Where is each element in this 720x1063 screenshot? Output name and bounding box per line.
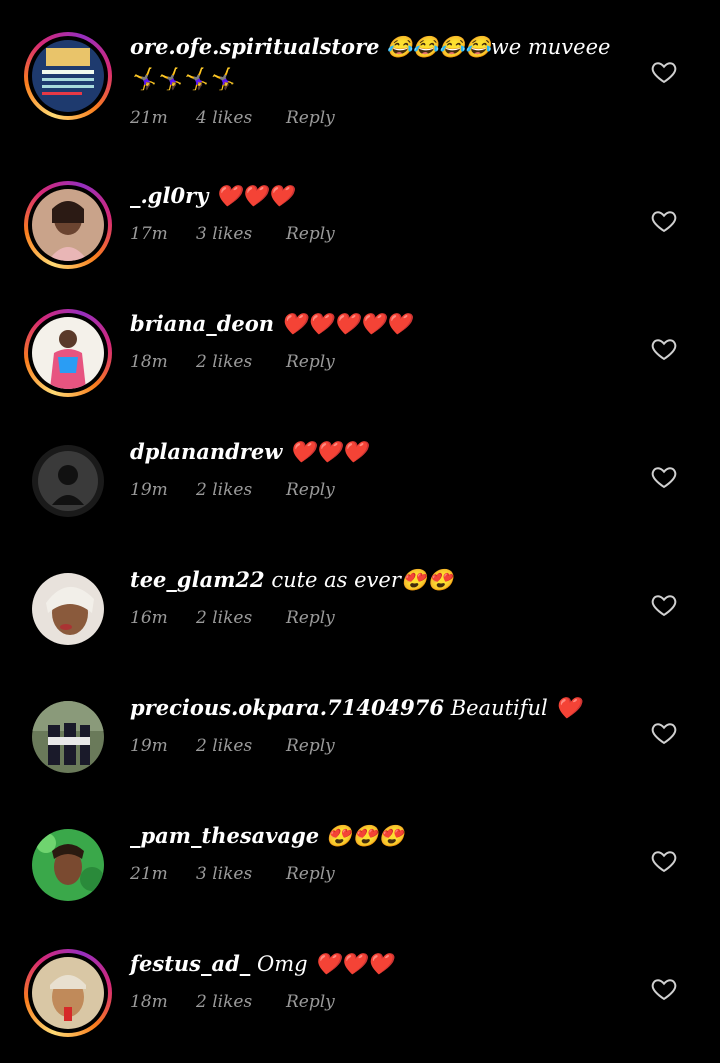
avatar-wrap[interactable] <box>24 437 112 525</box>
comment-likes-count[interactable]: 2 likes <box>196 480 286 500</box>
avatar-wrap[interactable] <box>24 565 112 653</box>
comment-body: _pam_thesavage 😍😍😍 <box>130 820 620 852</box>
comment-time: 19m <box>130 736 168 756</box>
heart-outline-icon[interactable] <box>650 335 678 363</box>
comment-body: festus_ad_ Omg ❤️❤️❤️ <box>130 948 620 980</box>
comment-likes-count[interactable]: 2 likes <box>196 608 286 628</box>
avatar-story-ring[interactable] <box>24 181 112 269</box>
heart-outline-icon[interactable] <box>650 207 678 235</box>
avatar[interactable] <box>32 829 104 901</box>
avatar-image <box>32 189 104 261</box>
comment-time: 19m <box>130 480 168 500</box>
heart-outline-icon[interactable] <box>650 719 678 747</box>
comment-body: briana_deon ❤️❤️❤️❤️❤️ <box>130 308 620 340</box>
avatar-image <box>32 40 104 112</box>
avatar[interactable] <box>32 445 104 517</box>
comment-text: ❤️❤️❤️❤️❤️ <box>274 312 412 336</box>
avatar[interactable] <box>32 40 104 112</box>
reply-button[interactable]: Reply <box>286 480 335 500</box>
reply-button[interactable]: Reply <box>286 224 335 244</box>
heart-outline-icon[interactable] <box>650 58 678 86</box>
avatar-image <box>32 701 104 773</box>
comment-text: cute as ever😍😍 <box>264 568 454 592</box>
comment-time: 18m <box>130 352 168 372</box>
comment-username[interactable]: precious.okpara.71404976 <box>130 695 444 720</box>
avatar[interactable] <box>32 573 104 645</box>
comment-text: ❤️❤️❤️ <box>282 440 368 464</box>
avatar-wrap[interactable] <box>24 693 112 781</box>
comment-likes-count[interactable]: 4 likes <box>196 108 286 128</box>
comment-time: 16m <box>130 608 168 628</box>
comment-likes-count[interactable]: 2 likes <box>196 352 286 372</box>
comment-meta: 17m 3 likes Reply <box>130 224 335 244</box>
heart-outline-icon[interactable] <box>650 847 678 875</box>
reply-button[interactable]: Reply <box>286 352 335 372</box>
comment-username[interactable]: tee_glam22 <box>130 567 265 592</box>
comment-text: 😍😍😍 <box>319 824 405 848</box>
comment-meta: 18m 2 likes Reply <box>130 352 335 372</box>
reply-button[interactable]: Reply <box>286 992 335 1012</box>
comment-likes-count[interactable]: 2 likes <box>196 992 286 1012</box>
comment-text: Omg ❤️❤️❤️ <box>250 952 393 976</box>
comment-time: 21m <box>130 108 168 128</box>
reply-button[interactable]: Reply <box>286 736 335 756</box>
comment-username[interactable]: dplanandrew <box>130 439 282 464</box>
comment-username[interactable]: briana_deon <box>130 311 274 336</box>
comment-time: 21m <box>130 864 168 884</box>
avatar-story-ring[interactable] <box>24 32 112 120</box>
avatar[interactable] <box>32 957 104 1029</box>
reply-button[interactable]: Reply <box>286 864 335 884</box>
comment-time: 18m <box>130 992 168 1012</box>
comment-body: dplanandrew ❤️❤️❤️ <box>130 436 620 468</box>
comment-meta: 16m 2 likes Reply <box>130 608 335 628</box>
comment-meta: 21m 4 likes Reply <box>130 108 335 128</box>
avatar-image <box>32 445 104 517</box>
comment-body: tee_glam22 cute as ever😍😍 <box>130 564 620 596</box>
comment-text: ❤️❤️❤️ <box>208 184 294 208</box>
comment-body: _.gl0ry ❤️❤️❤️ <box>130 180 620 212</box>
comment-meta: 18m 2 likes Reply <box>130 992 335 1012</box>
comment-username[interactable]: _.gl0ry <box>130 183 208 208</box>
comment-likes-count[interactable]: 3 likes <box>196 864 286 884</box>
avatar[interactable] <box>32 317 104 389</box>
avatar-image <box>32 957 104 1029</box>
avatar-image <box>32 317 104 389</box>
avatar-image <box>32 573 104 645</box>
heart-outline-icon[interactable] <box>650 591 678 619</box>
reply-button[interactable]: Reply <box>286 108 335 128</box>
heart-outline-icon[interactable] <box>650 975 678 1003</box>
comment-time: 17m <box>130 224 168 244</box>
avatar-story-ring[interactable] <box>24 949 112 1037</box>
comment-meta: 19m 2 likes Reply <box>130 480 335 500</box>
comment-text: Beautiful ❤️ <box>444 696 581 720</box>
avatar[interactable] <box>32 189 104 261</box>
comment-username[interactable]: _pam_thesavage <box>130 823 319 848</box>
avatar-image <box>32 829 104 901</box>
comment-likes-count[interactable]: 2 likes <box>196 736 286 756</box>
avatar-story-ring[interactable] <box>24 309 112 397</box>
comment-username[interactable]: ore.ofe.spiritualstore <box>130 34 380 59</box>
reply-button[interactable]: Reply <box>286 608 335 628</box>
comment-username[interactable]: festus_ad_ <box>130 951 250 976</box>
comment-body: ore.ofe.spiritualstore 😂😂😂😂we muveee 🤸‍♀… <box>130 31 620 95</box>
avatar[interactable] <box>32 701 104 773</box>
comment-meta: 19m 2 likes Reply <box>130 736 335 756</box>
avatar-wrap[interactable] <box>24 821 112 909</box>
comment-meta: 21m 3 likes Reply <box>130 864 335 884</box>
comment-body: precious.okpara.71404976 Beautiful ❤️ <box>130 692 620 724</box>
heart-outline-icon[interactable] <box>650 463 678 491</box>
comment-likes-count[interactable]: 3 likes <box>196 224 286 244</box>
